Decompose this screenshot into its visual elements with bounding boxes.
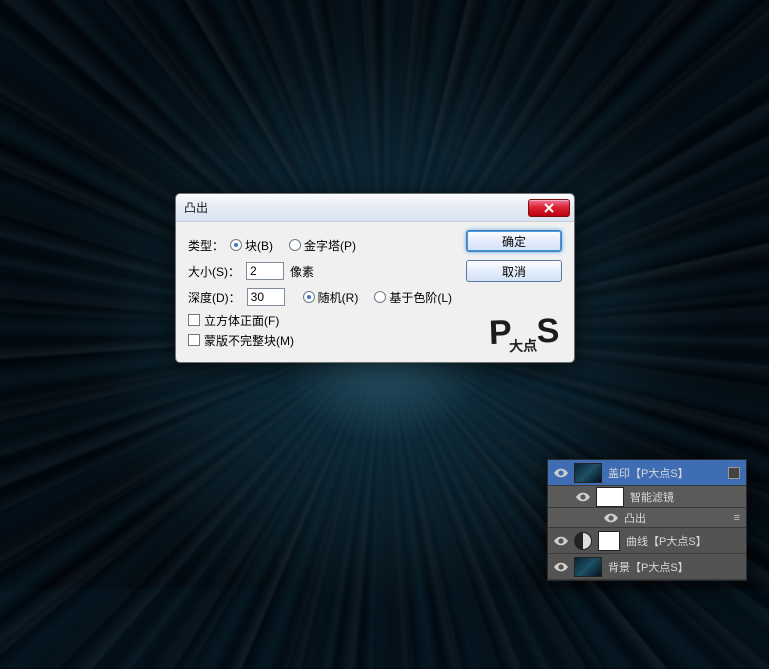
layer-thumbnail (574, 557, 602, 577)
solid-front-checkbox[interactable]: 立方体正面(F) (188, 312, 279, 329)
layer-row[interactable]: 盖印【P大点S】 (548, 460, 746, 486)
type-label: 类型： (188, 237, 224, 254)
solid-front-label: 立方体正面(F) (204, 312, 279, 329)
radio-icon (230, 239, 242, 251)
smart-object-icon (728, 467, 740, 479)
depth-radio-level-label: 基于色阶(L) (389, 289, 452, 306)
visibility-toggle[interactable] (554, 560, 568, 574)
dialog-button-column: 确定 取消 (466, 230, 562, 282)
mask-incomplete-label: 蒙版不完整块(M) (204, 332, 294, 349)
visibility-toggle[interactable] (554, 466, 568, 480)
visibility-toggle[interactable] (604, 511, 618, 525)
dialog-titlebar[interactable]: 凸出 (176, 194, 574, 222)
type-radio-blocks-label: 块(B) (245, 237, 273, 254)
type-radio-pyramids-label: 金字塔(P) (304, 237, 356, 254)
close-button[interactable] (528, 199, 570, 217)
layer-thumbnail (574, 463, 602, 483)
depth-radio-level[interactable]: 基于色阶(L) (374, 289, 452, 306)
layer-name: 凸出 (624, 510, 728, 526)
mask-row: 蒙版不完整块(M) (188, 330, 562, 350)
ok-button[interactable]: 确定 (466, 230, 562, 252)
dialog-body: 确定 取消 类型： 块(B) 金字塔(P) 大小(S)： 像素 深度(D)： 随… (176, 222, 574, 362)
depth-input[interactable] (247, 288, 285, 306)
type-radio-pyramids[interactable]: 金字塔(P) (289, 237, 356, 254)
layer-row[interactable]: 曲线【P大点S】 (548, 528, 746, 554)
extrude-dialog: 凸出 确定 取消 类型： 块(B) 金字塔(P) 大小(S)： 像素 深度(D)… (175, 193, 575, 363)
dialog-title: 凸出 (184, 199, 528, 216)
depth-row: 深度(D)： 随机(R) 基于色阶(L) (188, 284, 562, 310)
layer-row[interactable]: 智能滤镜 (548, 486, 746, 508)
layer-thumbnail (596, 487, 624, 507)
depth-radio-random[interactable]: 随机(R) (303, 289, 359, 306)
depth-label: 深度(D)： (188, 289, 241, 306)
layer-mask-thumbnail (598, 531, 620, 551)
size-input[interactable] (246, 262, 284, 280)
layer-name: 背景【P大点S】 (608, 559, 740, 575)
close-icon (544, 203, 554, 213)
size-unit: 像素 (290, 263, 314, 280)
type-radio-blocks[interactable]: 块(B) (230, 237, 273, 254)
radio-icon (289, 239, 301, 251)
size-label: 大小(S)： (188, 263, 240, 280)
checkbox-icon (188, 334, 200, 346)
layer-name: 盖印【P大点S】 (608, 465, 722, 481)
layer-name: 曲线【P大点S】 (626, 533, 740, 549)
solid-row: 立方体正面(F) (188, 310, 562, 330)
radio-icon (374, 291, 386, 303)
cancel-button[interactable]: 取消 (466, 260, 562, 282)
adjustment-icon (574, 532, 592, 550)
layer-row[interactable]: 背景【P大点S】 (548, 554, 746, 580)
layer-row[interactable]: 凸出 ≡ (548, 508, 746, 528)
visibility-toggle[interactable] (554, 534, 568, 548)
checkbox-icon (188, 314, 200, 326)
mask-incomplete-checkbox[interactable]: 蒙版不完整块(M) (188, 332, 294, 349)
filter-edit-icon[interactable]: ≡ (734, 512, 740, 524)
layer-name: 智能滤镜 (630, 489, 740, 505)
radio-icon (303, 291, 315, 303)
layers-panel: 盖印【P大点S】智能滤镜凸出 ≡ 曲线【P大点S】背景【P大点S】 (547, 459, 747, 581)
depth-radio-random-label: 随机(R) (318, 289, 359, 306)
visibility-toggle[interactable] (576, 490, 590, 504)
